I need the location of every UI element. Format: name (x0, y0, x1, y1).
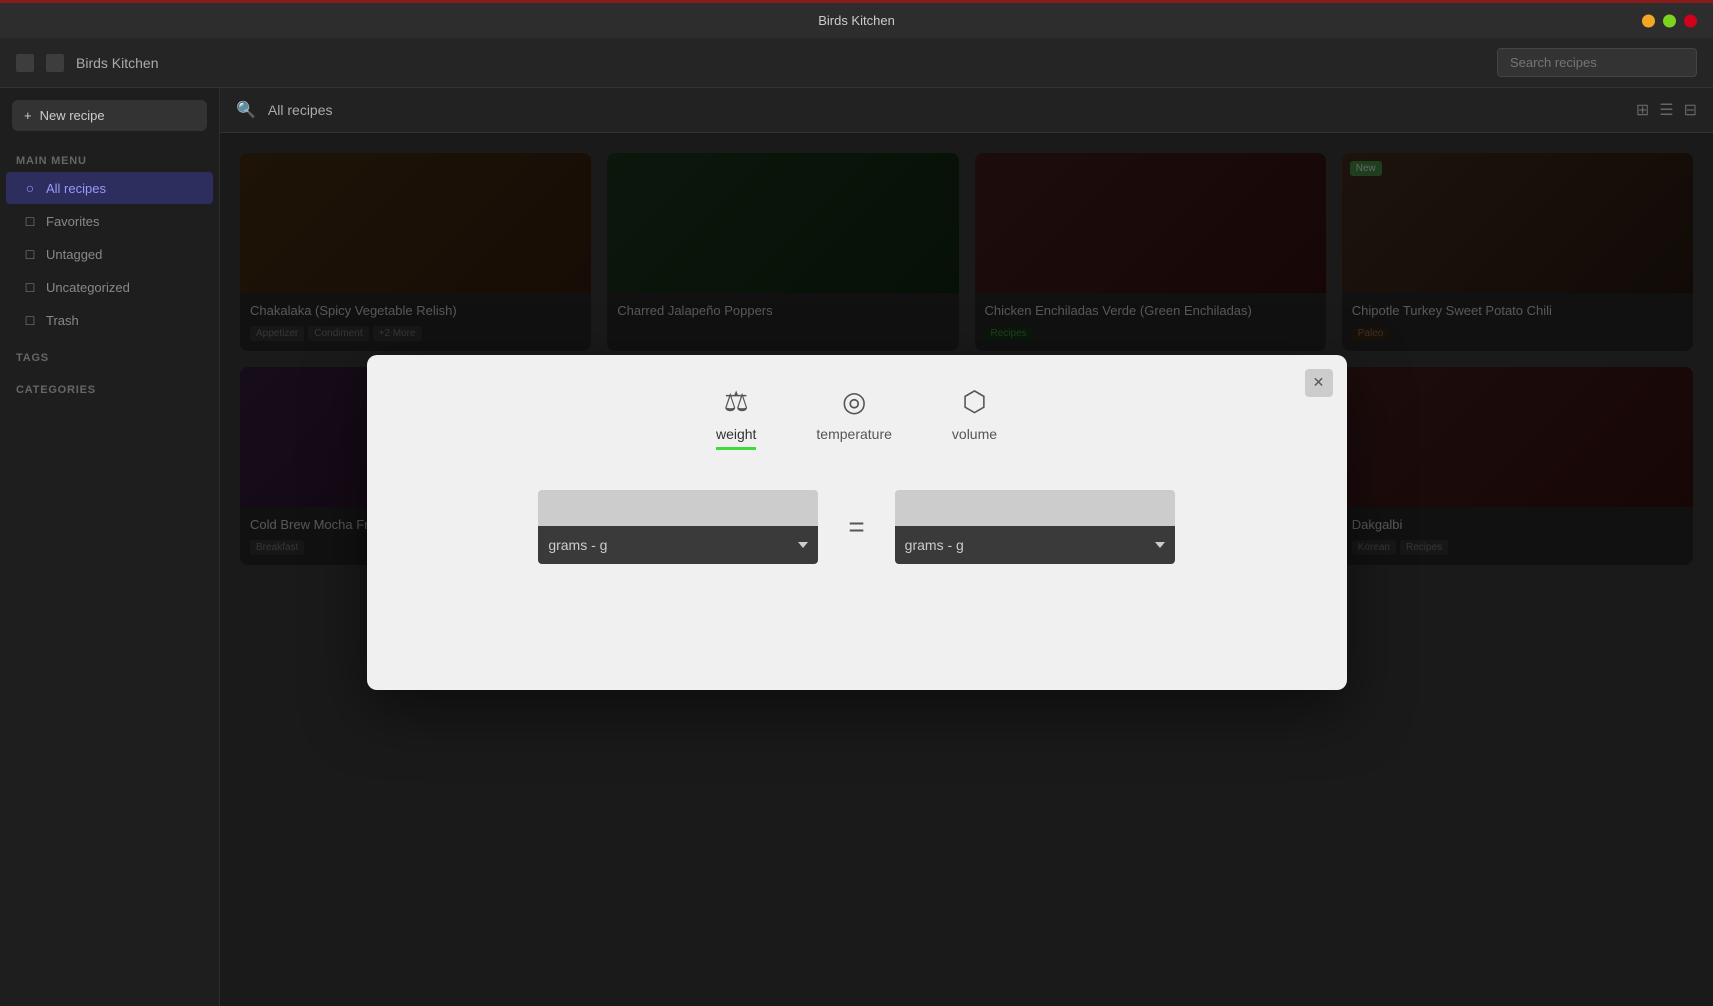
window-title: Birds Kitchen (818, 13, 895, 28)
converter-row: grams - g kilograms - kg ounces - oz pou… (407, 490, 1307, 564)
window-controls (1642, 14, 1697, 27)
left-number-input[interactable] (538, 490, 818, 526)
temperature-label: temperature (816, 426, 891, 442)
maximize-button[interactable] (1663, 14, 1676, 27)
modal-tabs: ⚖ weight ◎ temperature ⬡ volume (716, 385, 997, 450)
right-number-input[interactable] (895, 490, 1175, 526)
tab-temperature[interactable]: ◎ temperature (816, 385, 891, 450)
volume-label: volume (952, 426, 997, 442)
right-converter-group: grams - g kilograms - kg ounces - oz pou… (895, 490, 1175, 564)
equals-sign: = (848, 511, 864, 543)
app-chrome: Birds Kitchen + New recipe MAIN MENU ○ A… (0, 38, 1713, 1006)
modal-close-button[interactable]: ✕ (1305, 369, 1333, 397)
left-converter-group: grams - g kilograms - kg ounces - oz pou… (538, 490, 818, 564)
left-unit-select[interactable]: grams - g kilograms - kg ounces - oz pou… (538, 526, 818, 564)
title-bar: Birds Kitchen (0, 0, 1713, 38)
weight-icon: ⚖ (724, 385, 749, 418)
right-unit-select[interactable]: grams - g kilograms - kg ounces - oz pou… (895, 526, 1175, 564)
converter-modal: ✕ ⚖ weight ◎ temperature ⬡ volume (367, 355, 1347, 690)
tab-volume[interactable]: ⬡ volume (952, 385, 997, 450)
weight-label: weight (716, 426, 756, 442)
temperature-icon: ◎ (842, 385, 866, 418)
modal-backdrop: ✕ ⚖ weight ◎ temperature ⬡ volume (0, 38, 1713, 1006)
minimize-button[interactable] (1642, 14, 1655, 27)
volume-icon: ⬡ (962, 385, 986, 418)
tab-weight[interactable]: ⚖ weight (716, 385, 756, 450)
close-button[interactable] (1684, 14, 1697, 27)
